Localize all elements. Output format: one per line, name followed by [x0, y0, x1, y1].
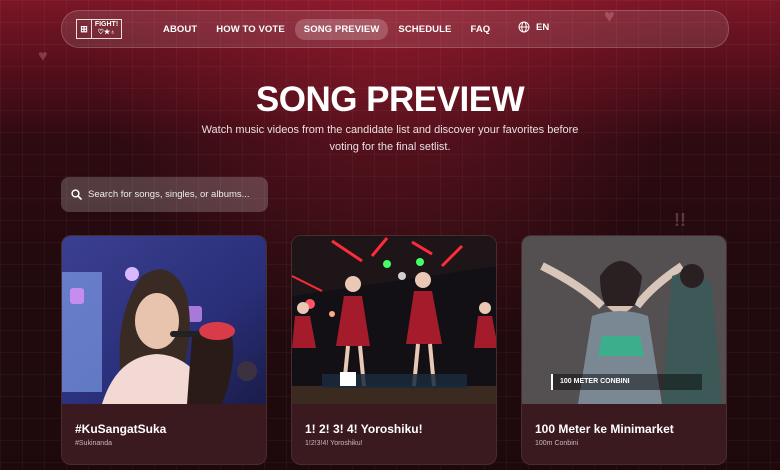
- search-placeholder: Search for songs, singles, or albums...: [88, 189, 250, 200]
- logo-text: FIGHT!: [94, 21, 119, 28]
- nav-link-schedule[interactable]: SCHEDULE: [389, 19, 460, 40]
- song-title: #KuSangatSuka: [75, 422, 167, 436]
- logo-symbols-icon: ♡★♁: [97, 29, 116, 36]
- song-card[interactable]: 100 METER CONBINI 100 Meter ke Minimarke…: [521, 235, 727, 465]
- song-title: 100 Meter ke Minimarket: [535, 422, 674, 436]
- nav-link-faq[interactable]: FAQ: [461, 19, 499, 40]
- video-thumbnail-image: [62, 236, 266, 404]
- search-icon: [71, 189, 82, 200]
- nav-link-song-preview[interactable]: SONG PREVIEW: [294, 18, 389, 40]
- top-navigation-bar: ⊞ FIGHT! ♡★♁ ABOUT HOW TO VOTE SONG PREV…: [61, 10, 729, 48]
- exclamation-decoration-icon: !!: [674, 210, 686, 230]
- video-thumbnail[interactable]: [292, 236, 496, 404]
- page-title: SONG PREVIEW: [255, 80, 525, 119]
- nav-links: ABOUT HOW TO VOTE SONG PREVIEW SCHEDULE …: [154, 18, 500, 40]
- song-card[interactable]: #KuSangatSuka #Sukinanda: [61, 235, 267, 465]
- language-label: EN: [536, 21, 550, 33]
- search-input[interactable]: Search for songs, singles, or albums...: [61, 177, 268, 212]
- logo-mark-icon: ⊞: [77, 20, 92, 38]
- heart-decoration-icon: ♥: [38, 48, 48, 65]
- fight-logo[interactable]: ⊞ FIGHT! ♡★♁: [76, 19, 122, 39]
- video-thumbnail[interactable]: [62, 236, 266, 404]
- video-thumbnail[interactable]: 100 METER CONBINI: [522, 236, 726, 404]
- song-subtitle: 1!2!3!4! Yoroshiku!: [305, 440, 363, 447]
- page-subtitle: Watch music videos from the candidate li…: [201, 124, 579, 153]
- language-selector[interactable]: EN: [518, 21, 549, 33]
- nav-link-how-to-vote[interactable]: HOW TO VOTE: [207, 19, 293, 40]
- video-caption: 100 METER CONBINI: [560, 378, 630, 385]
- song-card[interactable]: 1! 2! 3! 4! Yoroshiku! 1!2!3!4! Yoroshik…: [291, 235, 497, 465]
- nav-link-about[interactable]: ABOUT: [154, 19, 206, 40]
- video-thumbnail-image: [292, 236, 496, 404]
- song-title: 1! 2! 3! 4! Yoroshiku!: [305, 422, 423, 436]
- song-subtitle: #Sukinanda: [75, 440, 112, 447]
- globe-icon: [518, 21, 530, 33]
- song-subtitle: 100m Conbini: [535, 440, 579, 447]
